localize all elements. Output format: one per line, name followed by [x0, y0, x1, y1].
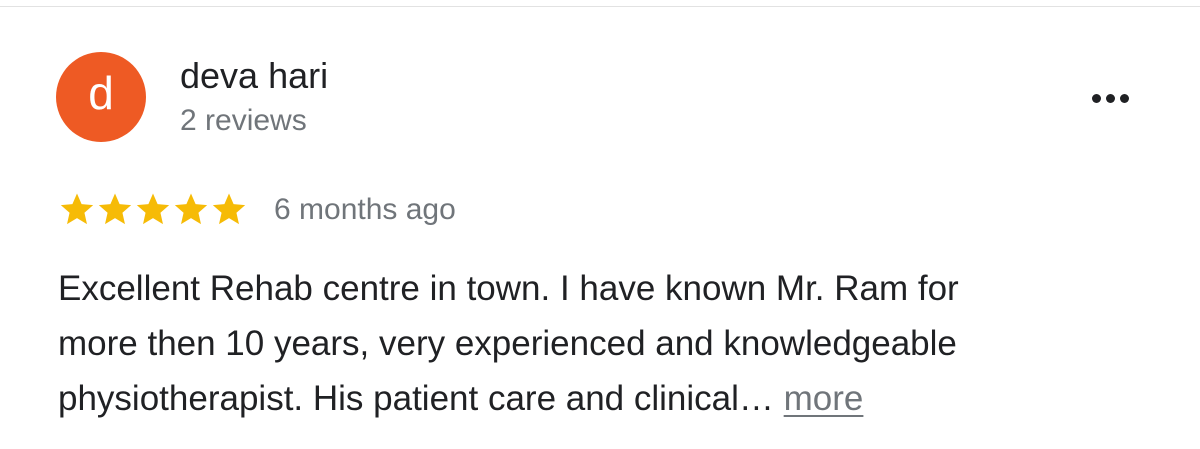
- rating-row: 6 months ago: [58, 188, 456, 232]
- more-options-icon-dot: [1119, 93, 1129, 103]
- reviewer-review-count: 2 reviews: [180, 104, 307, 137]
- reviewer-name[interactable]: deva hari: [180, 56, 328, 96]
- review-text-line: physiotherapist. His patient care and cl…: [58, 371, 1138, 426]
- top-divider: [0, 6, 1200, 7]
- star-icon: [210, 191, 248, 229]
- star-icon: [96, 191, 134, 229]
- review-text-line: Excellent Rehab centre in town. I have k…: [58, 269, 959, 308]
- more-options-button[interactable]: [1082, 80, 1138, 116]
- avatar[interactable]: d: [56, 52, 146, 142]
- star-rating: [58, 191, 248, 229]
- review-text: Excellent Rehab centre in town. I have k…: [58, 261, 1138, 426]
- review-text-truncated: physiotherapist. His patient care and cl…: [58, 379, 774, 418]
- more-options-icon: [1091, 93, 1101, 103]
- review-text-line: more then 10 years, very experienced and…: [58, 324, 957, 363]
- review-time: 6 months ago: [274, 193, 456, 226]
- star-icon: [58, 191, 96, 229]
- more-link[interactable]: more: [784, 379, 864, 418]
- star-icon: [134, 191, 172, 229]
- more-options-icon-dot: [1105, 93, 1115, 103]
- avatar-initial: d: [88, 67, 114, 119]
- star-icon: [172, 191, 210, 229]
